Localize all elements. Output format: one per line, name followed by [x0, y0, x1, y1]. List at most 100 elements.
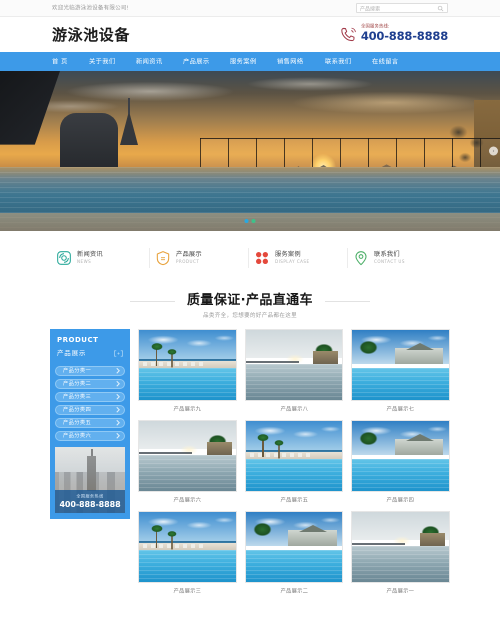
photo-water: [352, 458, 449, 491]
photo-ripple: [352, 545, 449, 582]
carousel-next-arrow[interactable]: ›: [489, 146, 498, 156]
feature-case[interactable]: 服务案例 DISPLAY CASE: [250, 250, 349, 266]
main-navigation: 首 页 关于我们 新闻资讯 产品展示 服务案例 销售网络 联系我们 在线留言: [0, 52, 500, 71]
nav-item-news[interactable]: 新闻资讯: [136, 57, 163, 66]
product-label-9: 产品展示一: [386, 588, 415, 595]
nav-item-contact[interactable]: 联系我们: [325, 57, 352, 66]
photo-water: [352, 545, 449, 582]
category-label-6: 产品分类六: [63, 433, 92, 440]
carousel-dot-2[interactable]: [251, 219, 256, 223]
photo-water: [139, 454, 236, 491]
nav-item-network[interactable]: 销售网络: [277, 57, 304, 66]
hero-dome-structure: [60, 112, 118, 171]
photo-villa-roof: [405, 433, 434, 441]
product-image-5[interactable]: [244, 420, 344, 492]
pool-photo-c: [245, 512, 343, 582]
expand-brackets-icon: [114, 350, 123, 357]
product-label-3: 产品展示七: [386, 406, 415, 413]
category-item-2[interactable]: 产品分类二: [55, 379, 125, 389]
product-card-1[interactable]: 产品展示九: [138, 329, 237, 414]
carousel-dots[interactable]: [244, 219, 256, 223]
photo-villa-roof: [405, 342, 434, 350]
photo-dock: [139, 451, 193, 454]
feature-news-title: 新闻资讯: [77, 251, 103, 259]
nav-item-message[interactable]: 在线留言: [372, 57, 399, 66]
photo-hut: [420, 533, 446, 546]
search-icon[interactable]: [437, 5, 444, 12]
feature-contact-title: 联系我们: [374, 251, 400, 259]
photo-ripple: [245, 363, 343, 400]
product-image-6[interactable]: [351, 420, 450, 492]
product-card-8[interactable]: 产品展示二: [244, 511, 344, 596]
hero-spire: [120, 111, 138, 145]
photo-foliage: [352, 331, 386, 364]
site-logo[interactable]: 游泳池设备: [52, 24, 130, 45]
category-label-5: 产品分类五: [63, 420, 92, 427]
search-box[interactable]: [356, 3, 453, 13]
photo-ripple: [245, 549, 343, 582]
product-card-5[interactable]: 产品展示五: [244, 420, 344, 505]
page-title: 质量保证·产品直通车: [175, 289, 325, 308]
product-card-6[interactable]: 产品展示四: [351, 420, 450, 505]
nav-item-home[interactable]: 首 页: [52, 57, 68, 66]
product-label-4: 产品展示六: [173, 497, 202, 504]
photo-palm-2: [272, 437, 286, 459]
pool-photo-c: [352, 421, 449, 491]
pool-photo-b: [245, 330, 343, 400]
sidebar-title-en: PRODUCT: [57, 336, 99, 344]
product-card-4[interactable]: 产品展示六: [138, 420, 237, 505]
category-item-5[interactable]: 产品分类五: [55, 418, 125, 428]
feature-contact[interactable]: 联系我们 CONTACT US: [349, 250, 448, 266]
nav-item-products[interactable]: 产品展示: [183, 57, 210, 66]
product-grid: 产品展示九 产品展示八 产品展示七 产品展示六 产品展示五 产品展示四 产品展示…: [138, 329, 450, 596]
phone-number: 400-888-8888: [360, 29, 448, 44]
product-image-3[interactable]: [351, 329, 450, 401]
phone-label: 全国服务热线:: [360, 24, 390, 30]
feature-product-texts: 产品展示 PRODUCT: [176, 251, 202, 264]
product-label-6: 产品展示四: [386, 497, 415, 504]
photo-ripple: [139, 454, 236, 491]
nav-item-cases[interactable]: 服务案例: [230, 57, 257, 66]
product-image-2[interactable]: [244, 329, 344, 401]
category-label-1: 产品分类一: [63, 368, 92, 375]
category-item-6[interactable]: 产品分类六: [55, 431, 125, 441]
photo-palm-2: [165, 346, 179, 368]
product-image-8[interactable]: [244, 511, 344, 583]
product-image-9[interactable]: [351, 511, 450, 583]
category-item-1[interactable]: 产品分类一: [55, 366, 125, 376]
feature-news[interactable]: 新闻资讯 NEWS: [52, 250, 151, 266]
feature-product[interactable]: 产品展示 PRODUCT: [151, 250, 250, 266]
feature-contact-texts: 联系我们 CONTACT US: [374, 251, 404, 264]
feature-product-sub: PRODUCT: [176, 259, 200, 264]
product-card-3[interactable]: 产品展示七: [351, 329, 450, 414]
category-item-3[interactable]: 产品分类三: [55, 392, 125, 402]
product-image-7[interactable]: [138, 511, 237, 583]
feature-contact-sub: CONTACT US: [374, 259, 405, 264]
product-label-2: 产品展示八: [280, 406, 308, 413]
pool-photo-a: [139, 512, 236, 582]
carousel-dot-1[interactable]: [244, 219, 249, 223]
product-image-4[interactable]: [138, 420, 237, 492]
top-utility-bar: 欢迎光临游泳池设备有限公司!: [0, 0, 500, 17]
location-pin-icon: [355, 251, 367, 266]
category-item-4[interactable]: 产品分类四: [55, 405, 125, 415]
photo-hut: [206, 442, 232, 455]
feature-case-texts: 服务案例 DISPLAY CASE: [275, 251, 309, 264]
grid-flower-icon: [256, 252, 268, 264]
product-card-7[interactable]: 产品展示三: [138, 511, 237, 596]
header-phone-block: 全国服务热线: 400-888-8888: [340, 25, 448, 44]
product-card-2[interactable]: 产品展示八: [244, 329, 344, 414]
hero-spire-top: [128, 98, 130, 115]
photo-foliage: [352, 422, 386, 455]
hero-banner-carousel[interactable]: ›: [0, 71, 500, 231]
main-content: PRODUCT 产品展示 产品分类一 产品分类二 产品分类三 产品分类四 产品分…: [0, 329, 500, 596]
photo-palm-1: [255, 430, 272, 457]
city-skyline-image: 全国服务热线 400-888-8888: [55, 447, 125, 513]
product-image-1[interactable]: [138, 329, 237, 401]
nav-item-about[interactable]: 关于我们: [89, 57, 116, 66]
photo-palm-2: [165, 528, 179, 550]
pool-photo-b: [139, 421, 236, 491]
category-label-2: 产品分类二: [63, 381, 92, 388]
feature-case-title: 服务案例: [275, 251, 301, 259]
product-card-9[interactable]: 产品展示一: [351, 511, 450, 596]
